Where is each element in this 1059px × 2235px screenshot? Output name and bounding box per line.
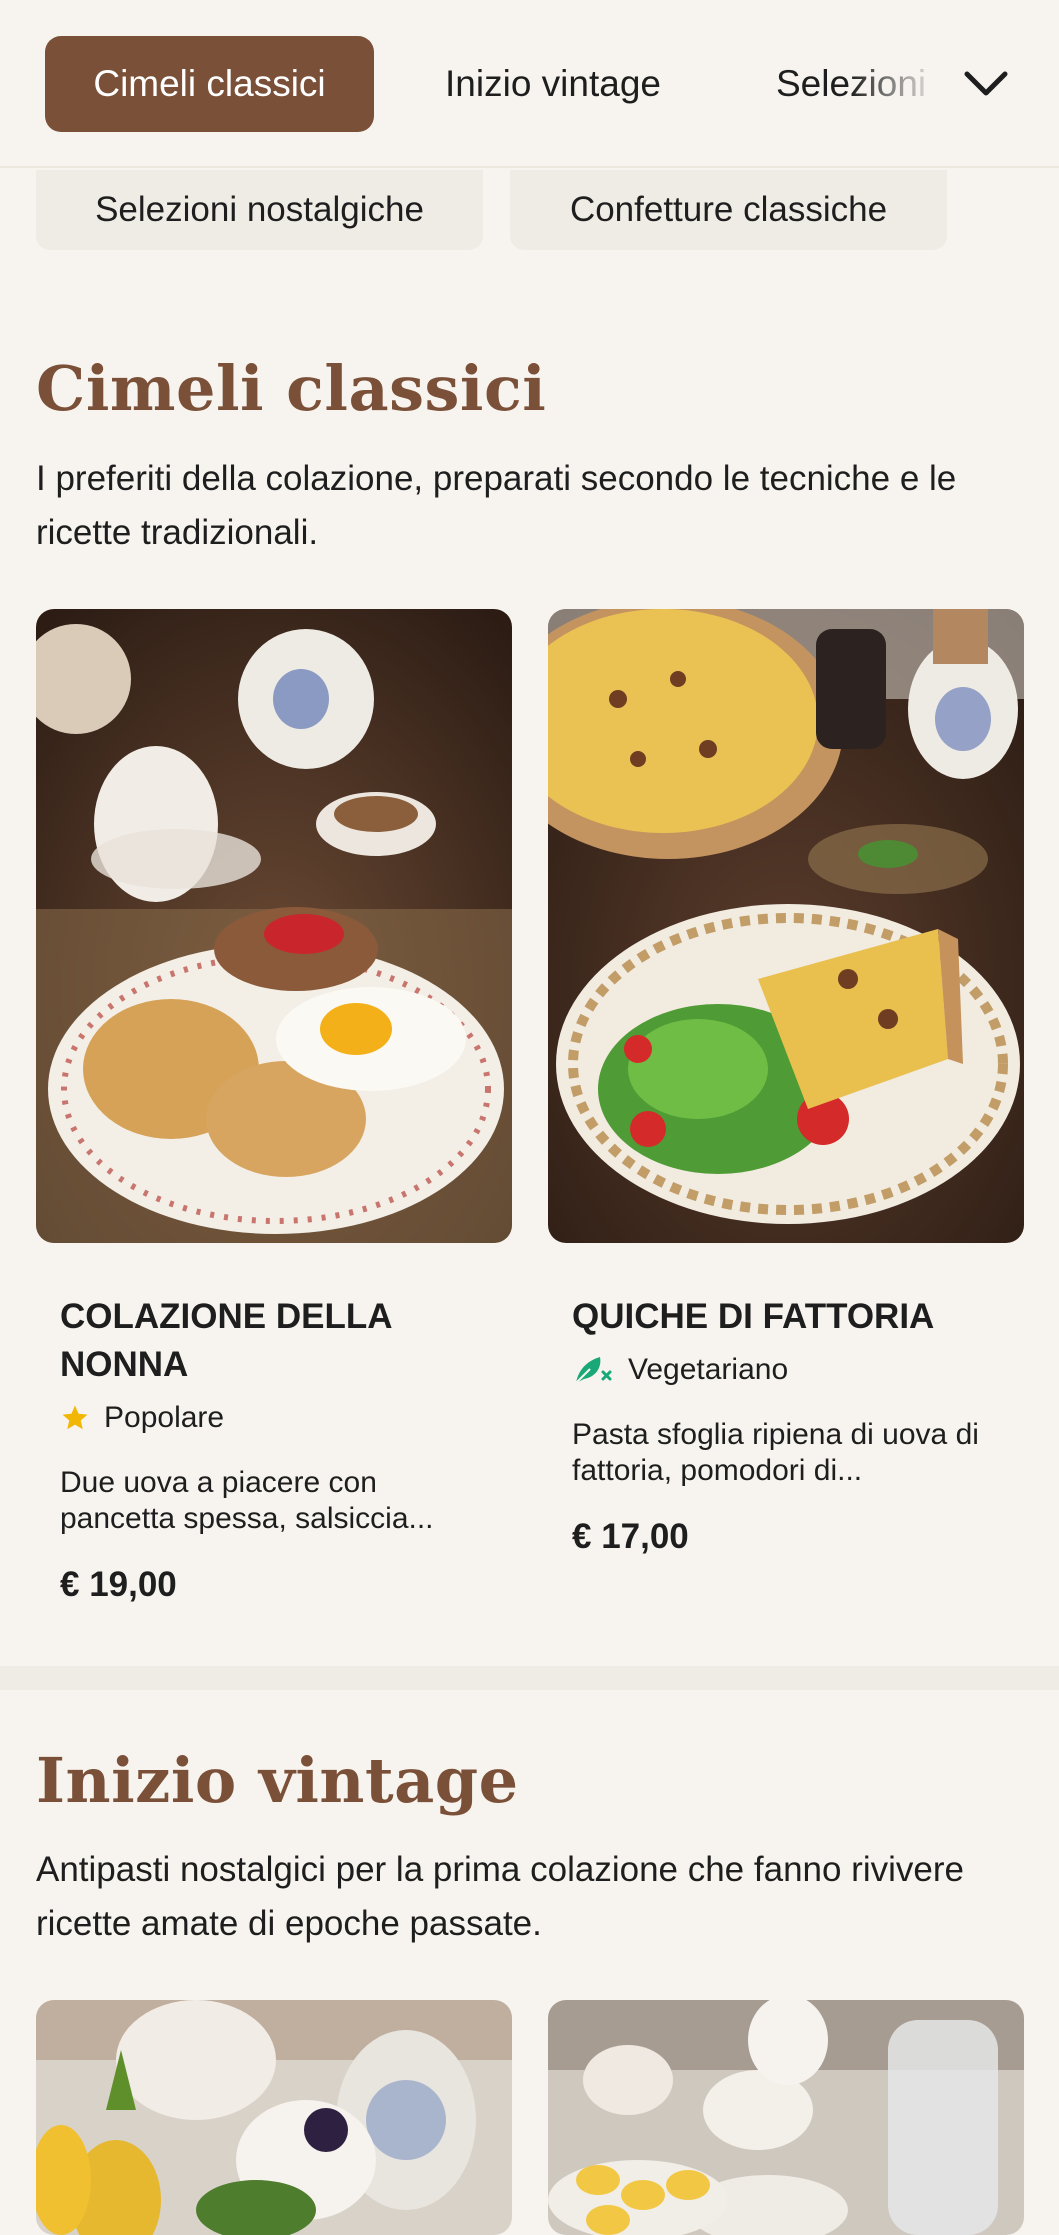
- item-description: Due uova a piacere con pancetta spessa, …: [60, 1466, 434, 1535]
- category-chips: Selezioni nostalgiche Confetture classic…: [0, 170, 1059, 254]
- section-divider: [0, 1666, 1059, 1690]
- quiche-plate-image: [548, 609, 1024, 1243]
- item-price: € 19,00: [60, 1565, 177, 1604]
- fruit-table-image: [36, 2000, 512, 2235]
- item-price: € 17,00: [572, 1517, 689, 1556]
- deviled-eggs-image: [548, 2000, 1024, 2235]
- section-description: I preferiti della colazione, preparati s…: [36, 459, 957, 552]
- chevron-down-icon[interactable]: [958, 58, 1014, 110]
- menu-item-card[interactable]: [548, 2000, 1024, 2235]
- section-title: Inizio vintage: [36, 1744, 519, 1817]
- menu-item-card[interactable]: [36, 2000, 512, 2235]
- tab-inizio-vintage[interactable]: Inizio vintage: [410, 36, 696, 132]
- section-title: Cimeli classici: [36, 352, 547, 425]
- item-title: QUICHE DI FATTORIA: [572, 1297, 935, 1336]
- tab-selezioni[interactable]: Selezioni: [740, 36, 940, 132]
- item-description: Pasta sfoglia ripiena di uova di fattori…: [572, 1418, 979, 1487]
- section-description: Antipasti nostalgici per la prima colazi…: [36, 1850, 964, 1943]
- item-badge: Vegetariano: [572, 1353, 1000, 1387]
- menu-item-card[interactable]: QUICHE DI FATTORIA Vegetariano Pasta sfo…: [548, 609, 1024, 1557]
- item-badge: Popolare: [60, 1401, 488, 1435]
- item-title: COLAZIONE DELLA NONNA: [60, 1297, 392, 1384]
- badge-label: Popolare: [104, 1401, 225, 1434]
- chip-confetture-classiche[interactable]: Confetture classiche: [510, 170, 947, 250]
- menu-item-card[interactable]: COLAZIONE DELLA NONNA Popolare Due uova …: [36, 609, 512, 1605]
- leaf-icon: [575, 1357, 612, 1384]
- tab-cimeli-classici[interactable]: Cimeli classici: [45, 36, 374, 132]
- chip-selezioni-nostalgiche[interactable]: Selezioni nostalgiche: [36, 170, 483, 250]
- badge-label: Vegetariano: [628, 1353, 789, 1386]
- breakfast-plate-image: [36, 609, 512, 1243]
- category-nav: Cimeli classici Inizio vintage Selezioni: [0, 0, 1059, 168]
- star-icon: [62, 1405, 88, 1430]
